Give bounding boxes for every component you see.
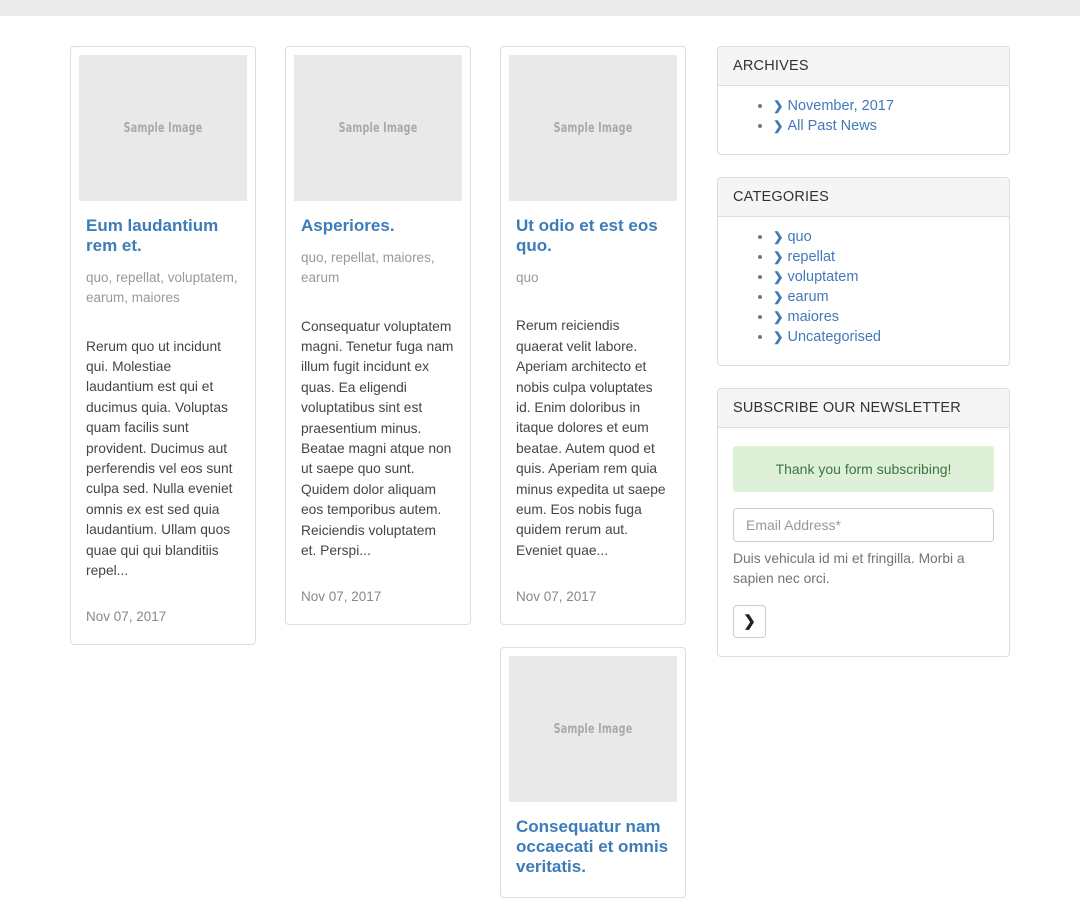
post-date: Nov 07, 2017	[516, 589, 597, 605]
post-thumbnail: Sample Image	[79, 55, 247, 201]
post-card[interactable]: Sample Image Eum laudantium rem et. quo,…	[70, 46, 256, 646]
archive-link-november-2017[interactable]: November, 2017	[787, 98, 893, 114]
post-tags: quo, repellat, voluptatem, earum, maiore…	[86, 270, 238, 306]
archive-link-all-past-news[interactable]: All Past News	[787, 118, 876, 134]
sidebar: ARCHIVES ❯November, 2017 ❯All Past News …	[717, 46, 1010, 679]
post-card-body: Consequatur nam occaecati et omnis verit…	[509, 802, 677, 889]
newsletter-submit-button[interactable]: ❯	[733, 605, 766, 638]
post-thumbnail: Sample Image	[294, 55, 462, 201]
page-content: Sample Image Eum laudantium rem et. quo,…	[0, 16, 1080, 899]
post-excerpt: Consequatur voluptatem magni. Tenetur fu…	[301, 318, 454, 559]
post-tags: quo, repellat, maiores, earum	[301, 250, 435, 286]
chevron-right-icon: ❯	[773, 250, 784, 264]
list-item: ❯All Past News	[773, 116, 994, 136]
list-item: ❯maiores	[773, 307, 994, 327]
post-title[interactable]: Eum laudantium rem et.	[86, 216, 240, 256]
newsletter-help-text: Duis vehicula id mi et fringilla. Morbi …	[733, 551, 965, 586]
chevron-right-icon: ❯	[773, 330, 784, 344]
newsletter-body: Thank you form subscribing! Duis vehicul…	[718, 428, 1009, 656]
category-link-earum[interactable]: earum	[787, 289, 828, 305]
categories-list: ❯quo ❯repellat ❯voluptatem ❯earum ❯maior…	[733, 227, 994, 347]
list-item: ❯November, 2017	[773, 96, 994, 116]
post-column-2: Sample Image Asperiores. quo, repellat, …	[285, 46, 471, 647]
post-tags: quo	[516, 270, 539, 286]
archives-heading: ARCHIVES	[718, 47, 1009, 86]
post-title[interactable]: Ut odio et est eos quo.	[516, 216, 670, 256]
category-link-maiores[interactable]: maiores	[787, 309, 839, 325]
categories-panel: CATEGORIES ❯quo ❯repellat ❯voluptatem ❯e…	[717, 177, 1010, 366]
post-excerpt: Rerum reiciendis quaerat velit labore. A…	[516, 318, 666, 558]
chevron-right-icon: ❯	[743, 613, 756, 630]
post-title[interactable]: Asperiores.	[301, 216, 455, 236]
post-card-body: Eum laudantium rem et. quo, repellat, vo…	[79, 201, 247, 636]
post-card[interactable]: Sample Image Ut odio et est eos quo. quo…	[500, 46, 686, 626]
list-item: ❯earum	[773, 287, 994, 307]
categories-body: ❯quo ❯repellat ❯voluptatem ❯earum ❯maior…	[718, 217, 1009, 365]
sample-image-label: Sample Image	[553, 721, 633, 737]
list-item: ❯voluptatem	[773, 267, 994, 287]
sample-image-label: Sample Image	[338, 120, 418, 136]
post-card[interactable]: Sample Image Asperiores. quo, repellat, …	[285, 46, 471, 626]
category-link-repellat[interactable]: repellat	[787, 249, 835, 265]
chevron-right-icon: ❯	[773, 270, 784, 284]
category-link-voluptatem[interactable]: voluptatem	[787, 269, 858, 285]
archives-body: ❯November, 2017 ❯All Past News	[718, 86, 1009, 154]
post-card-body: Ut odio et est eos quo. quo Rerum reicie…	[509, 201, 677, 616]
post-card[interactable]: Sample Image Consequatur nam occaecati e…	[500, 647, 686, 899]
newsletter-heading: SUBSCRIBE OUR NEWSLETTER	[718, 389, 1009, 428]
post-title[interactable]: Consequatur nam occaecati et omnis verit…	[516, 817, 670, 877]
list-item: ❯repellat	[773, 247, 994, 267]
post-thumbnail: Sample Image	[509, 656, 677, 803]
category-link-quo[interactable]: quo	[787, 229, 811, 245]
sample-image-label: Sample Image	[123, 120, 203, 136]
list-item: ❯quo	[773, 227, 994, 247]
list-item: ❯Uncategorised	[773, 327, 994, 347]
post-date: Nov 07, 2017	[301, 589, 382, 605]
archives-list: ❯November, 2017 ❯All Past News	[733, 96, 994, 136]
archives-panel: ARCHIVES ❯November, 2017 ❯All Past News	[717, 46, 1010, 155]
chevron-right-icon: ❯	[773, 290, 784, 304]
post-column-1: Sample Image Eum laudantium rem et. quo,…	[70, 46, 256, 667]
newsletter-panel: SUBSCRIBE OUR NEWSLETTER Thank you form …	[717, 388, 1010, 657]
subscription-success-message: Thank you form subscribing!	[733, 446, 994, 492]
post-thumbnail: Sample Image	[509, 55, 677, 201]
sample-image-label: Sample Image	[553, 120, 633, 136]
post-excerpt: Rerum quo ut incidunt qui. Molestiae lau…	[86, 338, 233, 579]
chevron-right-icon: ❯	[773, 310, 784, 324]
top-gray-bar	[0, 0, 1080, 16]
post-card-body: Asperiores. quo, repellat, maiores, earu…	[294, 201, 462, 616]
chevron-right-icon: ❯	[773, 99, 784, 113]
email-input[interactable]	[733, 508, 994, 542]
post-date: Nov 07, 2017	[86, 609, 167, 625]
categories-heading: CATEGORIES	[718, 178, 1009, 217]
post-column-3: Sample Image Ut odio et est eos quo. quo…	[500, 46, 686, 920]
chevron-right-icon: ❯	[773, 119, 784, 133]
chevron-right-icon: ❯	[773, 230, 784, 244]
category-link-uncategorised[interactable]: Uncategorised	[787, 329, 881, 345]
